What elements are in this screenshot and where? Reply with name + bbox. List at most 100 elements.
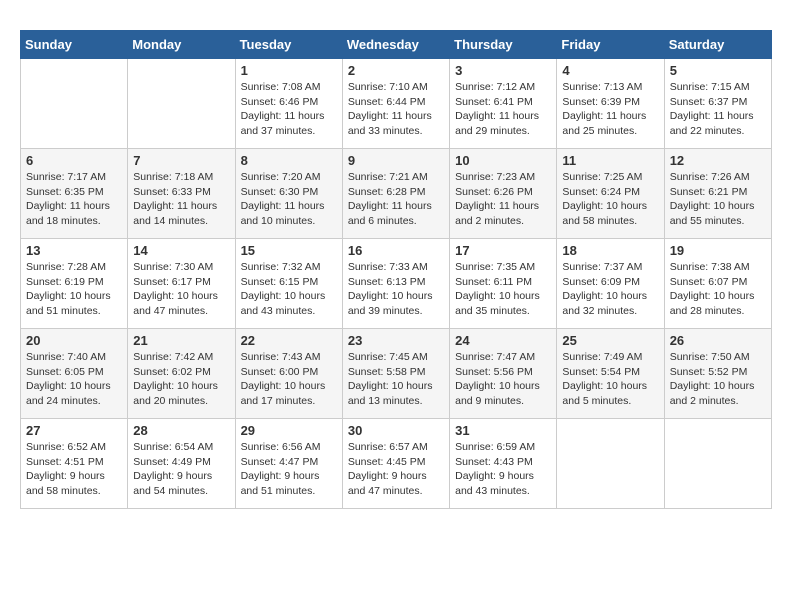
day-number: 5 bbox=[670, 63, 766, 78]
day-number: 7 bbox=[133, 153, 229, 168]
day-info: Sunrise: 7:35 AM Sunset: 6:11 PM Dayligh… bbox=[455, 260, 551, 319]
day-info: Sunrise: 6:57 AM Sunset: 4:45 PM Dayligh… bbox=[348, 440, 444, 499]
day-number: 11 bbox=[562, 153, 658, 168]
day-header-saturday: Saturday bbox=[664, 31, 771, 59]
calendar-cell: 12Sunrise: 7:26 AM Sunset: 6:21 PM Dayli… bbox=[664, 149, 771, 239]
calendar-cell: 31 Sunrise: 6:59 AM Sunset: 4:43 PM Dayli… bbox=[450, 419, 557, 509]
day-info: Sunrise: 7:38 AM Sunset: 6:07 PM Dayligh… bbox=[670, 260, 766, 319]
day-number: 16 bbox=[348, 243, 444, 258]
day-number: 30 bbox=[348, 423, 444, 438]
day-info: Sunrise: 6:54 AM Sunset: 4:49 PM Dayligh… bbox=[133, 440, 229, 499]
calendar-cell: 6Sunrise: 7:17 AM Sunset: 6:35 PM Daylig… bbox=[21, 149, 128, 239]
day-info: Sunrise: 7:37 AM Sunset: 6:09 PM Dayligh… bbox=[562, 260, 658, 319]
day-number: 19 bbox=[670, 243, 766, 258]
day-header-thursday: Thursday bbox=[450, 31, 557, 59]
calendar-cell: 18 Sunrise: 7:37 AM Sunset: 6:09 PM Dayli… bbox=[557, 239, 664, 329]
calendar-table: SundayMondayTuesdayWednesdayThursdayFrid… bbox=[20, 30, 772, 509]
day-number: 24 bbox=[455, 333, 551, 348]
day-info: Sunrise: 6:56 AM Sunset: 4:47 PM Dayligh… bbox=[241, 440, 337, 499]
day-number: 6 bbox=[26, 153, 122, 168]
day-number: 20 bbox=[26, 333, 122, 348]
day-headers-row: SundayMondayTuesdayWednesdayThursdayFrid… bbox=[21, 31, 772, 59]
day-info: Sunrise: 6:52 AM Sunset: 4:51 PM Dayligh… bbox=[26, 440, 122, 499]
calendar-cell: 13 Sunrise: 7:28 AM Sunset: 6:19 PM Dayli… bbox=[21, 239, 128, 329]
calendar-cell: 1Sunrise: 7:08 AM Sunset: 6:46 PM Daylig… bbox=[235, 59, 342, 149]
day-number: 29 bbox=[241, 423, 337, 438]
day-number: 27 bbox=[26, 423, 122, 438]
day-header-tuesday: Tuesday bbox=[235, 31, 342, 59]
day-number: 28 bbox=[133, 423, 229, 438]
day-info: Sunrise: 7:12 AM Sunset: 6:41 PM Dayligh… bbox=[455, 80, 551, 139]
day-info: Sunrise: 7:30 AM Sunset: 6:17 PM Dayligh… bbox=[133, 260, 229, 319]
calendar-cell: 3 Sunrise: 7:12 AM Sunset: 6:41 PM Daylig… bbox=[450, 59, 557, 149]
day-number: 9 bbox=[348, 153, 444, 168]
day-info: Sunrise: 7:18 AM Sunset: 6:33 PM Dayligh… bbox=[133, 170, 229, 229]
calendar-cell: 15 Sunrise: 7:32 AM Sunset: 6:15 PM Dayli… bbox=[235, 239, 342, 329]
day-number: 4 bbox=[562, 63, 658, 78]
day-header-monday: Monday bbox=[128, 31, 235, 59]
day-number: 31 bbox=[455, 423, 551, 438]
calendar-cell: 2 Sunrise: 7:10 AM Sunset: 6:44 PM Daylig… bbox=[342, 59, 449, 149]
day-info: Sunrise: 7:43 AM Sunset: 6:00 PM Dayligh… bbox=[241, 350, 337, 409]
day-header-wednesday: Wednesday bbox=[342, 31, 449, 59]
day-info: Sunrise: 7:21 AM Sunset: 6:28 PM Dayligh… bbox=[348, 170, 444, 229]
day-number: 22 bbox=[241, 333, 337, 348]
day-number: 2 bbox=[348, 63, 444, 78]
day-info: Sunrise: 6:59 AM Sunset: 4:43 PM Dayligh… bbox=[455, 440, 551, 499]
day-number: 26 bbox=[670, 333, 766, 348]
day-number: 17 bbox=[455, 243, 551, 258]
calendar-cell: 27 Sunrise: 6:52 AM Sunset: 4:51 PM Dayli… bbox=[21, 419, 128, 509]
calendar-cell: 21 Sunrise: 7:42 AM Sunset: 6:02 PM Dayli… bbox=[128, 329, 235, 419]
day-info: Sunrise: 7:25 AM Sunset: 6:24 PM Dayligh… bbox=[562, 170, 658, 229]
day-info: Sunrise: 7:23 AM Sunset: 6:26 PM Dayligh… bbox=[455, 170, 551, 229]
calendar-cell: 25Sunrise: 7:49 AM Sunset: 5:54 PM Dayli… bbox=[557, 329, 664, 419]
day-info: Sunrise: 7:33 AM Sunset: 6:13 PM Dayligh… bbox=[348, 260, 444, 319]
day-number: 3 bbox=[455, 63, 551, 78]
calendar-cell: 20 Sunrise: 7:40 AM Sunset: 6:05 PM Dayli… bbox=[21, 329, 128, 419]
day-info: Sunrise: 7:15 AM Sunset: 6:37 PM Dayligh… bbox=[670, 80, 766, 139]
day-header-sunday: Sunday bbox=[21, 31, 128, 59]
day-info: Sunrise: 7:28 AM Sunset: 6:19 PM Dayligh… bbox=[26, 260, 122, 319]
day-info: Sunrise: 7:50 AM Sunset: 5:52 PM Dayligh… bbox=[670, 350, 766, 409]
calendar-cell: 5 Sunrise: 7:15 AM Sunset: 6:37 PM Daylig… bbox=[664, 59, 771, 149]
calendar-cell: 30 Sunrise: 6:57 AM Sunset: 4:45 PM Dayli… bbox=[342, 419, 449, 509]
day-info: Sunrise: 7:40 AM Sunset: 6:05 PM Dayligh… bbox=[26, 350, 122, 409]
calendar-cell: 11 Sunrise: 7:25 AM Sunset: 6:24 PM Dayli… bbox=[557, 149, 664, 239]
day-info: Sunrise: 7:10 AM Sunset: 6:44 PM Dayligh… bbox=[348, 80, 444, 139]
calendar-cell: 19 Sunrise: 7:38 AM Sunset: 6:07 PM Dayli… bbox=[664, 239, 771, 329]
calendar-cell: 23Sunrise: 7:45 AM Sunset: 5:58 PM Dayli… bbox=[342, 329, 449, 419]
day-number: 13 bbox=[26, 243, 122, 258]
day-info: Sunrise: 7:32 AM Sunset: 6:15 PM Dayligh… bbox=[241, 260, 337, 319]
day-number: 14 bbox=[133, 243, 229, 258]
day-info: Sunrise: 7:49 AM Sunset: 5:54 PM Dayligh… bbox=[562, 350, 658, 409]
calendar-week-4: 20 Sunrise: 7:40 AM Sunset: 6:05 PM Dayli… bbox=[21, 329, 772, 419]
day-info: Sunrise: 7:13 AM Sunset: 6:39 PM Dayligh… bbox=[562, 80, 658, 139]
calendar-cell: 24Sunrise: 7:47 AM Sunset: 5:56 PM Dayli… bbox=[450, 329, 557, 419]
day-info: Sunrise: 7:42 AM Sunset: 6:02 PM Dayligh… bbox=[133, 350, 229, 409]
calendar-cell bbox=[21, 59, 128, 149]
day-number: 8 bbox=[241, 153, 337, 168]
day-number: 18 bbox=[562, 243, 658, 258]
calendar-cell bbox=[128, 59, 235, 149]
day-number: 23 bbox=[348, 333, 444, 348]
day-header-friday: Friday bbox=[557, 31, 664, 59]
day-number: 21 bbox=[133, 333, 229, 348]
day-number: 15 bbox=[241, 243, 337, 258]
calendar-cell: 22 Sunrise: 7:43 AM Sunset: 6:00 PM Dayli… bbox=[235, 329, 342, 419]
calendar-cell: 7 Sunrise: 7:18 AM Sunset: 6:33 PM Daylig… bbox=[128, 149, 235, 239]
calendar-cell: 29 Sunrise: 6:56 AM Sunset: 4:47 PM Dayli… bbox=[235, 419, 342, 509]
calendar-cell: 8 Sunrise: 7:20 AM Sunset: 6:30 PM Daylig… bbox=[235, 149, 342, 239]
calendar-cell bbox=[557, 419, 664, 509]
calendar-cell: 16 Sunrise: 7:33 AM Sunset: 6:13 PM Dayli… bbox=[342, 239, 449, 329]
calendar-cell: 28 Sunrise: 6:54 AM Sunset: 4:49 PM Dayli… bbox=[128, 419, 235, 509]
calendar-cell: 17 Sunrise: 7:35 AM Sunset: 6:11 PM Dayli… bbox=[450, 239, 557, 329]
calendar-week-5: 27 Sunrise: 6:52 AM Sunset: 4:51 PM Dayli… bbox=[21, 419, 772, 509]
day-info: Sunrise: 7:20 AM Sunset: 6:30 PM Dayligh… bbox=[241, 170, 337, 229]
calendar-cell: 4 Sunrise: 7:13 AM Sunset: 6:39 PM Daylig… bbox=[557, 59, 664, 149]
day-number: 10 bbox=[455, 153, 551, 168]
calendar-cell: 10 Sunrise: 7:23 AM Sunset: 6:26 PM Dayli… bbox=[450, 149, 557, 239]
calendar-week-2: 6Sunrise: 7:17 AM Sunset: 6:35 PM Daylig… bbox=[21, 149, 772, 239]
day-info: Sunrise: 7:08 AM Sunset: 6:46 PM Dayligh… bbox=[241, 80, 337, 139]
calendar-cell bbox=[664, 419, 771, 509]
calendar-cell: 26 Sunrise: 7:50 AM Sunset: 5:52 PM Dayli… bbox=[664, 329, 771, 419]
